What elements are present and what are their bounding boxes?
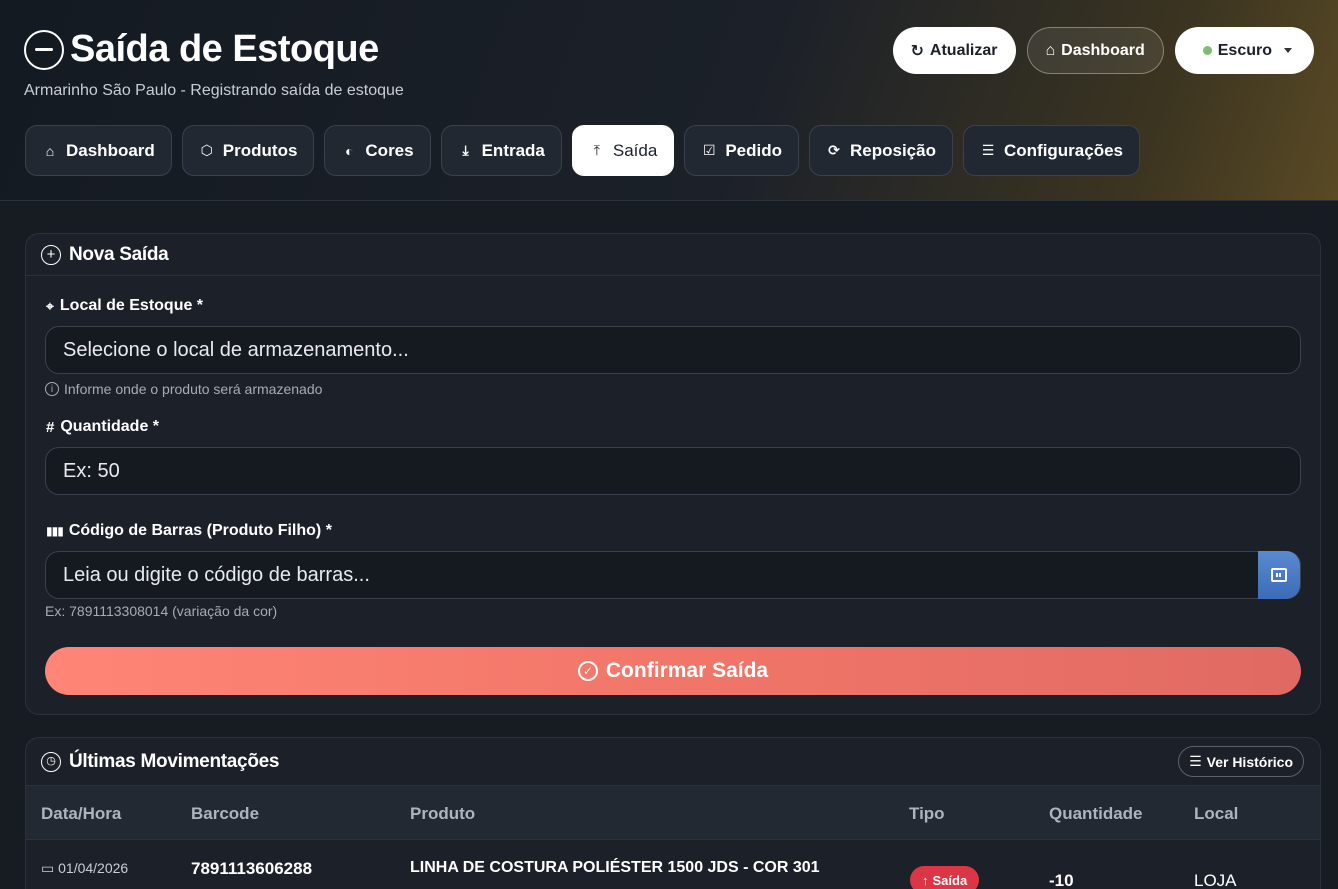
tab-label: Reposição xyxy=(850,140,936,160)
header-actions: ↻ Atualizar ⌂ Dashboard Escuro xyxy=(892,27,1314,74)
refresh-icon: ⟳ xyxy=(828,142,840,158)
card-header: + Nova Saída xyxy=(26,234,1320,276)
location-label-text: Local de Estoque * xyxy=(59,297,204,314)
card-title: Últimas Movimentações xyxy=(69,750,280,772)
row-type-text: Saída xyxy=(932,872,968,888)
scan-icon xyxy=(1271,568,1287,582)
tab-label: Produtos xyxy=(222,140,298,160)
house-icon: ⌂ xyxy=(1045,41,1056,59)
upload-icon: ⤒ xyxy=(593,142,600,158)
arrow-up-icon: ↑ xyxy=(922,872,929,888)
card-header: ◷ Últimas Movimentações xyxy=(26,738,1320,786)
table-header: Data/Hora Barcode Produto Tipo Quantidad… xyxy=(26,786,1320,840)
chevron-down-icon xyxy=(1284,48,1292,53)
location-label: ⌖ Local de Estoque * xyxy=(46,297,203,315)
row-location: LOJA xyxy=(1194,871,1237,889)
location-placeholder: Selecione o local de armazenamento... xyxy=(63,338,409,361)
theme-label: Escuro xyxy=(1217,41,1272,59)
barcode-label: ▮▮▮ Código de Barras (Produto Filho) * xyxy=(46,522,332,540)
tab-label: Dashboard xyxy=(66,140,155,160)
main-nav: ⌂ Dashboard ⬡ Produtos ◐ Cores ⤓ Entrada… xyxy=(25,125,1141,176)
info-icon: i xyxy=(45,382,59,396)
palette-icon: ◐ xyxy=(345,142,354,159)
tab-reposicao[interactable]: ⟳ Reposição xyxy=(809,125,953,176)
row-date-text: 01/04/2026 xyxy=(58,860,129,876)
column-header: Quantidade xyxy=(1049,804,1143,823)
row-quantity: -10 xyxy=(1049,871,1074,889)
movements-card: ◷ Últimas Movimentações ☰ Ver Histórico … xyxy=(25,737,1321,889)
dashboard-label: Dashboard xyxy=(1061,41,1145,59)
tab-dashboard[interactable]: ⌂ Dashboard xyxy=(25,125,172,176)
house-icon: ⌂ xyxy=(45,142,55,159)
quantity-input[interactable]: Ex: 50 xyxy=(45,447,1301,495)
plus-circle-icon: + xyxy=(41,244,61,265)
tab-label: Pedido xyxy=(725,140,782,160)
minus-circle-icon xyxy=(24,29,64,70)
confirm-exit-button[interactable]: ✓ Confirmar Saída xyxy=(45,647,1301,695)
refresh-button[interactable]: ↻ Atualizar xyxy=(892,27,1016,74)
clock-icon: ◷ xyxy=(41,751,61,772)
sliders-icon: ☰ xyxy=(981,142,995,158)
refresh-label: Atualizar xyxy=(929,41,998,59)
location-hint: i Informe onde o produto será armazenado xyxy=(45,381,322,397)
map-pin-icon: ⌖ xyxy=(46,297,54,314)
list-icon: ☰ xyxy=(1189,753,1202,769)
hash-icon: # xyxy=(46,418,55,436)
tab-label: Entrada xyxy=(481,140,545,160)
quantity-label-text: Quantidade * xyxy=(60,418,160,435)
box-icon: ⬡ xyxy=(200,142,213,158)
tab-cores[interactable]: ◐ Cores xyxy=(324,125,431,176)
theme-dropdown[interactable]: Escuro xyxy=(1174,27,1314,74)
tab-label: Cores xyxy=(365,140,414,160)
check-circle-icon: ✓ xyxy=(577,661,598,681)
card-title: Nova Saída xyxy=(69,243,169,265)
column-header: Data/Hora xyxy=(41,804,122,823)
row-product: LINHA DE COSTURA POLIÉSTER 1500 JDS - CO… xyxy=(410,859,820,876)
quantity-label: # Quantidade * xyxy=(46,418,159,436)
quantity-placeholder: Ex: 50 xyxy=(63,459,120,482)
calendar-icon: ▭ xyxy=(41,860,55,876)
row-date: ▭ 01/04/2026 xyxy=(41,860,128,877)
tab-label: Configurações xyxy=(1003,140,1124,160)
barcode-icon: ▮▮▮ xyxy=(46,524,64,538)
page-title: Saída de Estoque xyxy=(70,28,379,70)
row-barcode: 7891113606288 xyxy=(191,859,313,878)
location-select[interactable]: Selecione o local de armazenamento... xyxy=(45,326,1301,374)
page-header: Saída de Estoque Armarinho São Paulo - R… xyxy=(0,0,1338,201)
view-history-button[interactable]: ☰ Ver Histórico xyxy=(1178,746,1304,777)
column-header: Tipo xyxy=(909,804,945,823)
tab-pedido[interactable]: ☑ Pedido xyxy=(684,125,799,176)
dashboard-button[interactable]: ⌂ Dashboard xyxy=(1026,27,1164,74)
confirm-label: Confirmar Saída xyxy=(605,659,769,682)
barcode-input[interactable]: Leia ou digite o código de barras... xyxy=(45,551,1301,599)
tab-configuracoes[interactable]: ☰ Configurações xyxy=(962,125,1141,176)
history-label: Ver Histórico xyxy=(1206,753,1293,770)
new-exit-card: + Nova Saída ⌖ Local de Estoque * Seleci… xyxy=(25,233,1321,715)
location-hint-text: Informe onde o produto será armazenado xyxy=(64,381,323,397)
column-header: Produto xyxy=(410,804,476,823)
tab-label: Saída xyxy=(612,140,658,160)
clipboard-check-icon: ☑ xyxy=(703,142,716,158)
row-type-badge: ↑ Saída xyxy=(910,866,980,889)
barcode-placeholder: Leia ou digite o código de barras... xyxy=(63,563,370,586)
barcode-hint: Ex: 7891113308014 (variação da cor) xyxy=(45,603,278,619)
refresh-icon: ↻ xyxy=(910,42,924,60)
title-row: Saída de Estoque xyxy=(24,28,379,71)
column-header: Local xyxy=(1194,804,1239,823)
tab-saida[interactable]: ⤒ Saída xyxy=(571,125,675,176)
page-subtitle: Armarinho São Paulo - Registrando saída … xyxy=(24,82,404,99)
download-icon: ⤓ xyxy=(462,142,469,158)
column-header: Barcode xyxy=(191,804,260,823)
tab-entrada[interactable]: ⤓ Entrada xyxy=(440,125,562,176)
barcode-label-text: Código de Barras (Produto Filho) * xyxy=(68,522,332,539)
tab-produtos[interactable]: ⬡ Produtos xyxy=(181,125,315,176)
scan-barcode-button[interactable] xyxy=(1258,551,1300,599)
theme-dot-icon xyxy=(1202,46,1212,55)
